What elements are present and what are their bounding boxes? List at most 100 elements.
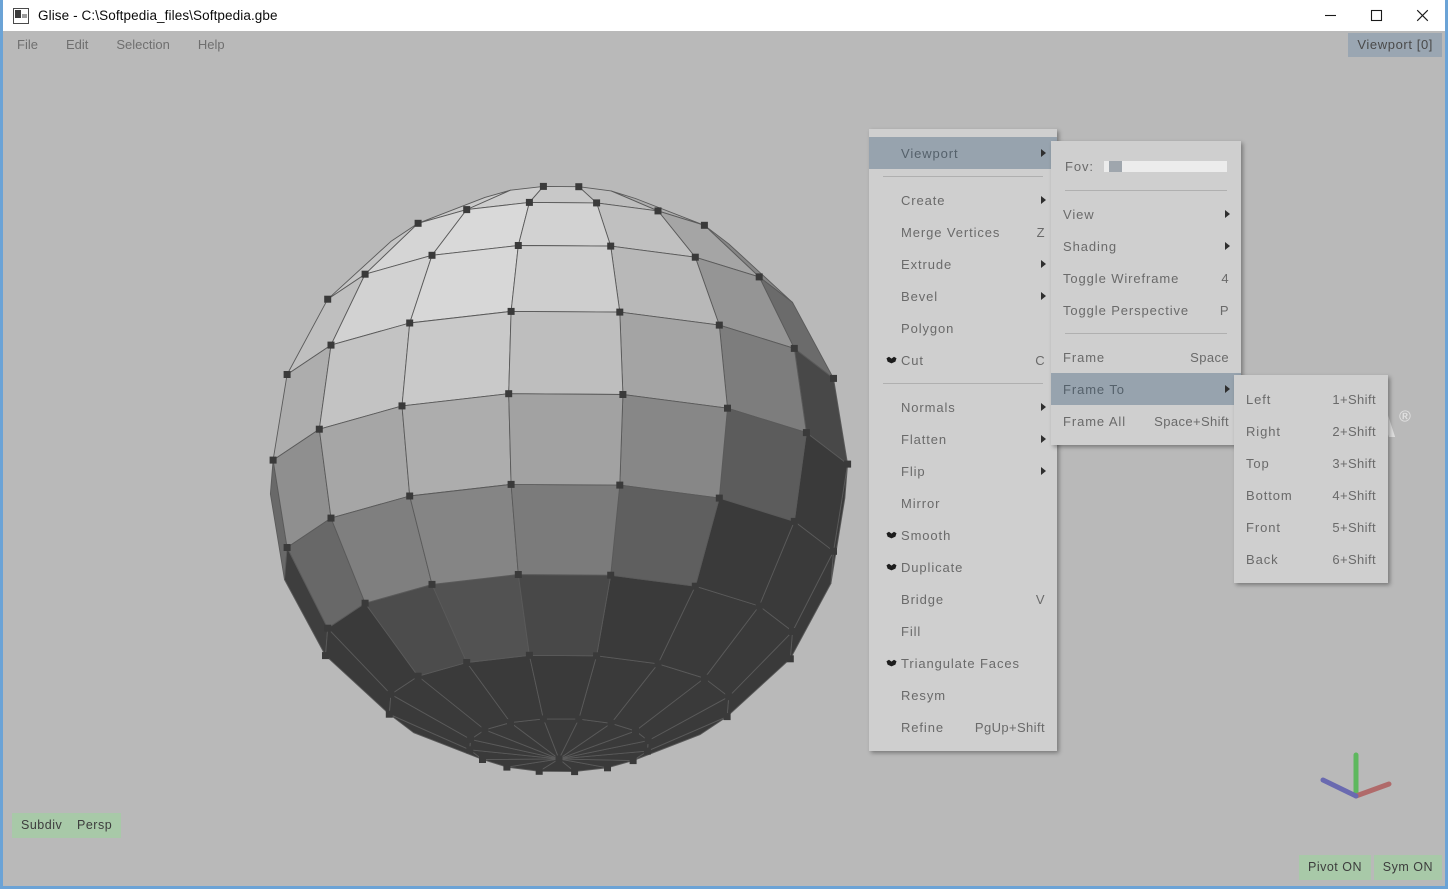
mesh-vertex[interactable] <box>607 571 615 579</box>
mesh-face[interactable] <box>619 394 728 499</box>
mesh-vertex[interactable] <box>505 390 513 398</box>
mesh-face[interactable] <box>508 310 624 395</box>
mesh-vertex[interactable] <box>724 404 731 412</box>
mesh-vertex[interactable] <box>700 674 708 682</box>
mesh-vertex[interactable] <box>467 735 475 743</box>
mesh-vertex[interactable] <box>525 651 533 659</box>
mesh-vertex[interactable] <box>322 652 329 660</box>
menubar-item-edit[interactable]: Edit <box>52 31 102 59</box>
status-badge-pivot[interactable]: Pivot ON <box>1298 855 1371 880</box>
mesh-vertex[interactable] <box>644 737 652 745</box>
mesh-face[interactable] <box>401 393 512 497</box>
viewport-index-badge[interactable]: Viewport [0] <box>1348 33 1442 57</box>
mesh-vertex[interactable] <box>691 253 699 261</box>
mesh-vertex[interactable] <box>514 571 522 578</box>
menu-item-frame-all[interactable]: Frame All Space+Shift <box>1051 405 1241 437</box>
mesh-vertex[interactable] <box>535 767 543 775</box>
mesh-vertex[interactable] <box>790 344 798 352</box>
mesh-vertex[interactable] <box>607 719 615 727</box>
mesh-face[interactable] <box>510 483 621 576</box>
menu-item-view[interactable]: View <box>1051 198 1241 230</box>
status-badge-subdiv[interactable]: Subdiv <box>12 813 72 838</box>
mesh-vertex[interactable] <box>616 481 624 489</box>
mesh-vertex[interactable] <box>283 371 291 378</box>
menu-item-cut[interactable]: Cut C <box>869 344 1057 376</box>
mesh-vertex[interactable] <box>629 757 637 765</box>
mesh-vertex[interactable] <box>327 514 335 522</box>
menu-item-bottom[interactable]: Bottom 4+Shift <box>1234 479 1388 511</box>
mesh-vertex[interactable] <box>593 199 601 207</box>
mesh-vertex[interactable] <box>428 251 436 259</box>
mesh-vertex[interactable] <box>514 242 522 249</box>
menu-item-triangulate-faces[interactable]: Triangulate Faces <box>869 647 1057 679</box>
fov-row[interactable]: Fov: <box>1051 149 1241 183</box>
mesh-vertex[interactable] <box>463 206 471 214</box>
menu-item-toggle-perspective[interactable]: Toggle Perspective P <box>1051 294 1241 326</box>
mesh-vertex[interactable] <box>539 715 547 723</box>
mesh-vertex[interactable] <box>571 768 579 776</box>
maximize-button[interactable] <box>1353 0 1399 31</box>
menu-item-fill[interactable]: Fill <box>869 615 1057 647</box>
mesh-vertex[interactable] <box>723 713 731 721</box>
menu-item-mirror[interactable]: Mirror <box>869 487 1057 519</box>
mesh-vertex[interactable] <box>700 221 708 229</box>
mesh-vertex[interactable] <box>789 628 796 635</box>
mesh-face[interactable] <box>517 574 612 657</box>
mesh-vertex[interactable] <box>643 747 651 755</box>
menu-item-bevel[interactable]: Bevel <box>869 280 1057 312</box>
mesh-vertex[interactable] <box>607 242 615 250</box>
menu-item-smooth[interactable]: Smooth <box>869 519 1057 551</box>
fov-slider-handle[interactable] <box>1108 160 1122 172</box>
mesh-vertex[interactable] <box>632 727 639 735</box>
menu-item-toggle-wireframe[interactable]: Toggle Wireframe 4 <box>1051 262 1241 294</box>
mesh-vertex[interactable] <box>844 460 852 468</box>
mesh-vertex[interactable] <box>361 270 369 278</box>
mesh-vertex[interactable] <box>406 492 414 500</box>
mesh-vertex[interactable] <box>479 756 486 763</box>
menubar-item-selection[interactable]: Selection <box>102 31 183 59</box>
menubar-item-help[interactable]: Help <box>184 31 239 59</box>
mesh-vertex[interactable] <box>575 715 583 723</box>
main-context-menu[interactable]: Viewport Create Merge Vertices Z Extrude Beve… <box>869 129 1057 751</box>
mesh-vertex[interactable] <box>361 599 369 607</box>
viewport-submenu[interactable]: Fov: View Shading Toggle Wireframe 4 Toggle P… <box>1051 141 1241 445</box>
mesh-vertex[interactable] <box>755 602 763 610</box>
mesh-vertex[interactable] <box>790 517 798 525</box>
mesh-face[interactable] <box>619 311 728 409</box>
mesh-face[interactable] <box>508 393 624 486</box>
mesh-vertex[interactable] <box>463 659 471 666</box>
mesh-vertex[interactable] <box>715 494 723 502</box>
mesh-vertex[interactable] <box>802 429 810 437</box>
mesh-vertex[interactable] <box>539 182 547 190</box>
mesh-vertex[interactable] <box>315 425 323 433</box>
mesh-vertex[interactable] <box>385 710 393 718</box>
mesh-vertex[interactable] <box>398 402 406 410</box>
menu-item-bridge[interactable]: Bridge V <box>869 583 1057 615</box>
mesh-face[interactable] <box>401 310 512 407</box>
mesh-vertex[interactable] <box>616 308 624 316</box>
mesh-vertex[interactable] <box>283 544 291 551</box>
menu-item-resym[interactable]: Resym <box>869 679 1057 711</box>
mesh-vertex[interactable] <box>604 764 611 772</box>
mesh-vertex[interactable] <box>406 319 414 327</box>
menu-item-viewport[interactable]: Viewport <box>869 137 1057 169</box>
menu-item-polygon[interactable]: Polygon <box>869 312 1057 344</box>
mesh-vertex[interactable] <box>619 391 627 398</box>
close-button[interactable] <box>1399 0 1445 31</box>
mesh-vertex[interactable] <box>830 374 837 382</box>
mesh-vertex[interactable] <box>555 755 563 763</box>
mesh-vertex[interactable] <box>269 456 277 464</box>
mesh-vertex[interactable] <box>725 693 733 701</box>
menu-item-create[interactable]: Create <box>869 184 1057 216</box>
menu-item-back[interactable]: Back 6+Shift <box>1234 543 1388 575</box>
menu-item-right[interactable]: Right 2+Shift <box>1234 415 1388 447</box>
menu-item-front[interactable]: Front 5+Shift <box>1234 511 1388 543</box>
menu-item-flip[interactable]: Flip <box>869 455 1057 487</box>
mesh-face[interactable] <box>510 245 621 313</box>
mesh-vertex[interactable] <box>324 295 332 303</box>
fov-slider[interactable] <box>1103 160 1227 172</box>
mesh-vertex[interactable] <box>503 763 511 771</box>
minimize-button[interactable] <box>1307 0 1353 31</box>
menu-item-shading[interactable]: Shading <box>1051 230 1241 262</box>
mesh-vertex[interactable] <box>593 652 601 660</box>
